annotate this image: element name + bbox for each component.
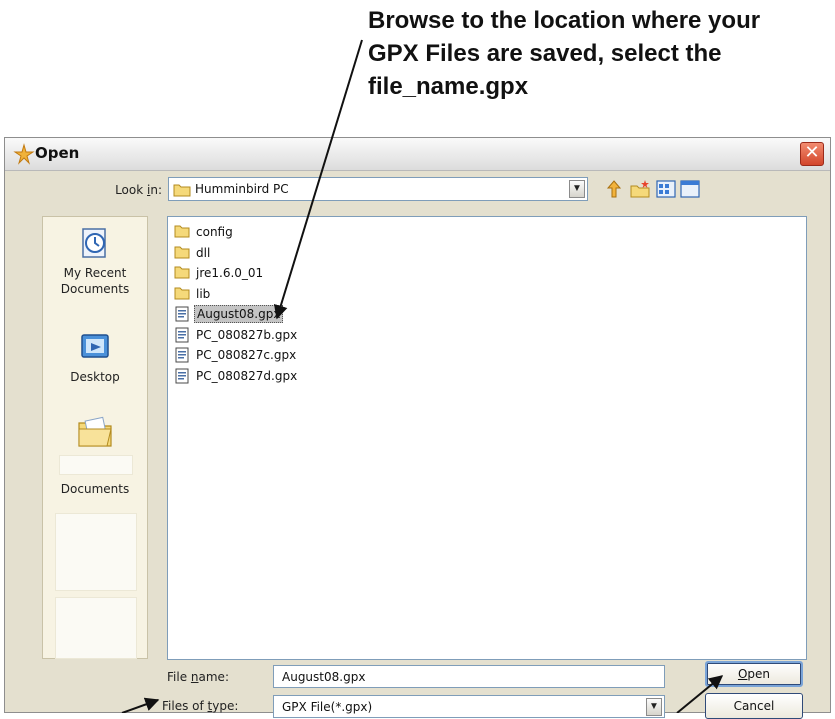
- gpx-file-icon: [174, 327, 190, 348]
- file-list-item-name: PC_080827c.gpx: [196, 348, 297, 362]
- file-list[interactable]: config dll jre1.6.0_01lib August08.gpx PC_08…: [167, 216, 807, 660]
- open-dialog: Open ✕ Look in: Humminbird PC ▼ My Recen…: [4, 137, 831, 719]
- gpx-file-icon: [174, 347, 190, 368]
- folder-icon: [174, 224, 190, 243]
- folder-icon: [174, 265, 190, 284]
- look-in-dropdown[interactable]: Humminbird PC ▼: [168, 177, 588, 201]
- annotation-line-1: Browse to the location where your: [368, 7, 761, 34]
- open-button-label: pen: [747, 667, 771, 681]
- folder-icon: [173, 184, 191, 197]
- annotation-line-2: GPX Files are saved, select the: [368, 40, 722, 67]
- place-blank-strip: [59, 455, 133, 475]
- up-folder-icon[interactable]: [603, 178, 625, 200]
- file-list-item-name: dll: [196, 245, 211, 260]
- place-label-line2: Documents: [60, 282, 130, 296]
- file-name-label: File name:: [167, 670, 229, 684]
- place-empty-slot-2: [55, 597, 137, 659]
- file-type-label: Files of type:: [162, 699, 238, 713]
- dialog-title: Open: [35, 144, 80, 162]
- file-list-item-name: August08.gpx: [194, 305, 284, 323]
- file-list-item-name: PC_080827b.gpx: [196, 327, 298, 342]
- chevron-down-icon[interactable]: ▼: [569, 180, 585, 198]
- look-in-label-c: n:: [150, 183, 162, 197]
- folder-icon: [174, 286, 190, 305]
- view-menu-icon[interactable]: [655, 178, 677, 200]
- file-type-dropdown[interactable]: GPX File(*.gpx) ▼: [273, 695, 665, 718]
- places-bar: My Recent Documents Desktop Documents: [42, 216, 148, 659]
- file-type-label-a: Files of: [162, 699, 208, 713]
- look-in-label-a: Look: [115, 183, 147, 197]
- place-my-recent-documents[interactable]: My Recent Documents: [43, 225, 147, 297]
- file-name-label-b: n: [190, 670, 199, 684]
- folder-icon: [174, 245, 190, 264]
- open-button-mnemonic: O: [737, 667, 748, 681]
- title-bar: Open ✕: [5, 138, 830, 171]
- details-view-icon[interactable]: [679, 178, 701, 200]
- file-list-item-name: PC_080827d.gpx: [196, 368, 298, 383]
- file-name-input[interactable]: August08.gpx: [273, 665, 665, 688]
- file-name-label-c: ame:: [198, 670, 229, 684]
- place-documents[interactable]: Documents: [43, 411, 147, 497]
- chevron-down-icon[interactable]: ▼: [646, 698, 662, 716]
- gpx-file-icon: [174, 368, 190, 389]
- open-star-icon: [13, 143, 35, 165]
- file-type-label-c: ype:: [212, 699, 239, 713]
- documents-folder-icon: [78, 416, 112, 447]
- desktop-icon: [81, 334, 109, 358]
- place-label-line1: Desktop: [70, 370, 120, 384]
- look-in-value: Humminbird PC: [195, 182, 289, 196]
- file-list-item-name: jre1.6.0_01: [196, 266, 264, 280]
- close-icon: ✕: [804, 142, 820, 163]
- file-name-label-a: File: [167, 670, 191, 684]
- file-list-item-name: lib: [196, 286, 211, 301]
- place-desktop[interactable]: Desktop: [43, 329, 147, 385]
- look-in-label: Look in:: [65, 183, 162, 197]
- place-label-line1: My Recent: [63, 266, 127, 280]
- cancel-button[interactable]: Cancel: [705, 693, 803, 719]
- new-folder-icon[interactable]: [629, 178, 651, 200]
- close-button[interactable]: ✕: [800, 142, 824, 166]
- file-type-value: GPX File(*.gpx): [282, 700, 373, 714]
- file-list-item-name: config: [196, 225, 233, 239]
- gpx-file-icon: [174, 306, 190, 327]
- place-label-line1: Documents: [60, 482, 130, 496]
- place-empty-slot-1: [55, 513, 137, 591]
- annotation-callout: Browse to the location where your GPX Fi…: [368, 4, 830, 103]
- open-button[interactable]: Open: [705, 661, 803, 687]
- recent-documents-icon: [82, 228, 106, 258]
- annotation-line-3: file_name.gpx: [368, 73, 529, 100]
